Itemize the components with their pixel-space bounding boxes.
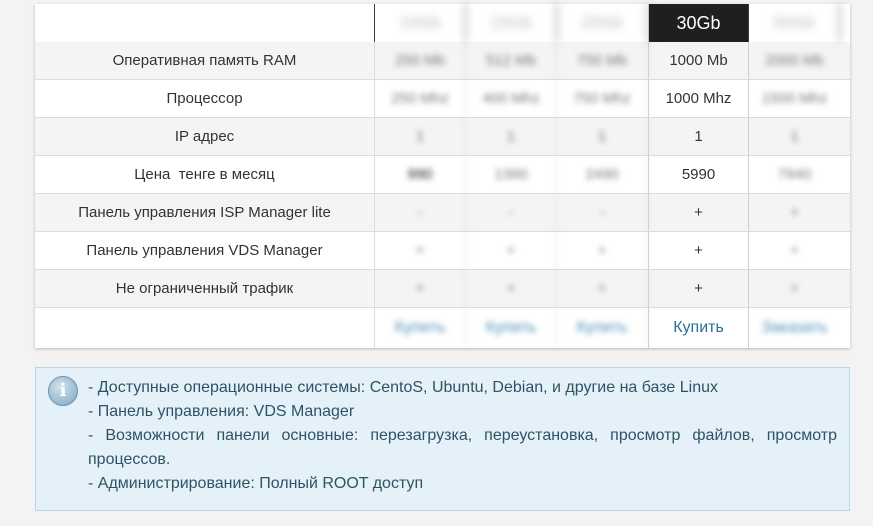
- row-label: Процессор: [35, 80, 375, 117]
- table-header-row: Размер диска 10Gb 15Gb 20Gb 30Gb 50Gb: [35, 4, 850, 42]
- table-cell: 1: [375, 118, 466, 155]
- info-icon: i: [48, 376, 78, 406]
- header-plan-5: 50Gb: [749, 4, 840, 42]
- table-cell: +: [648, 232, 749, 269]
- table-cell: 250 Mb: [375, 42, 466, 79]
- table-cell: +: [466, 232, 557, 269]
- table-cell: 250 Mhz: [375, 80, 466, 117]
- table-cell: 2000 Mb: [765, 52, 824, 69]
- table-cell: 750 Mhz: [557, 80, 648, 117]
- table-row: Оперативная память RAM 250 Mb 512 Mb 750…: [35, 42, 850, 80]
- table-row: IP адрес 1 1 1 1 1: [35, 118, 850, 156]
- row-label: Панель управления VDS Manager: [35, 232, 375, 269]
- table-cell: +: [790, 280, 799, 297]
- order-link-plan-5[interactable]: Заказать: [749, 308, 840, 348]
- header-plan-1: 10Gb: [375, 4, 466, 42]
- table-cell: 1000 Mb: [648, 42, 749, 79]
- row-label: Панель управления ISP Manager lite: [35, 194, 375, 231]
- table-cell: +: [557, 232, 648, 269]
- table-cell: 5990: [648, 156, 749, 193]
- table-cell: 1390: [466, 156, 557, 193]
- table-actions-row: Купить Купить Купить Купить Заказать: [35, 308, 850, 348]
- header-plan-3: 20Gb: [557, 4, 648, 42]
- table-cell: 1000 Mhz: [648, 80, 749, 117]
- row-label: Цена тенге в месяц: [35, 156, 375, 193]
- header-disk-size-label: Размер диска: [35, 4, 375, 42]
- table-cell: +: [557, 270, 648, 307]
- table-cell: +: [466, 270, 557, 307]
- info-line-features: - Возможности панели основные: перезагру…: [88, 427, 837, 468]
- table-row: Цена тенге в месяц 990 1390 2490 5990 79…: [35, 156, 850, 194]
- table-row: Процессор 250 Mhz 400 Mhz 750 Mhz 1000 M…: [35, 80, 850, 118]
- table-cell: 750 Mb: [557, 42, 648, 79]
- table-cell: +: [375, 232, 466, 269]
- info-line-os: - Доступные операционные системы: CentoS…: [88, 379, 719, 396]
- table-row: Панель управления VDS Manager + + + + +: [35, 232, 850, 270]
- table-cell: -: [466, 194, 557, 231]
- buy-link-plan-4[interactable]: Купить: [648, 308, 749, 348]
- info-line-admin: - Администрирование: Полный ROOT доступ: [88, 475, 424, 492]
- table-cell: +: [648, 270, 749, 307]
- table-cell: 1500 Mhz: [761, 90, 828, 107]
- table-cell: +: [648, 194, 749, 231]
- table-row: Не ограниченный трафик + + + + +: [35, 270, 850, 308]
- empty-cell: [35, 308, 375, 348]
- buy-link-plan-3[interactable]: Купить: [557, 308, 648, 348]
- row-label: Оперативная память RAM: [35, 42, 375, 79]
- table-cell: 1: [466, 118, 557, 155]
- table-cell: 2490: [557, 156, 648, 193]
- table-cell: -: [557, 194, 648, 231]
- table-cell: 400 Mhz: [466, 80, 557, 117]
- buy-link-plan-1[interactable]: Купить: [375, 308, 466, 348]
- table-cell: 1: [557, 118, 648, 155]
- table-cell: +: [790, 204, 799, 221]
- row-label: Не ограниченный трафик: [35, 270, 375, 307]
- row-label: IP адрес: [35, 118, 375, 155]
- pricing-table: Размер диска 10Gb 15Gb 20Gb 30Gb 50Gb Оп…: [35, 4, 850, 348]
- table-cell: -: [375, 194, 466, 231]
- table-cell: 7940: [777, 166, 812, 183]
- header-plan-2: 15Gb: [466, 4, 557, 42]
- table-cell: 1: [648, 118, 749, 155]
- table-cell: 1: [790, 128, 799, 145]
- buy-link-plan-2[interactable]: Купить: [466, 308, 557, 348]
- header-plan-4: 30Gb: [648, 4, 749, 42]
- table-row: Панель управления ISP Manager lite - - -…: [35, 194, 850, 232]
- table-cell: +: [790, 242, 799, 259]
- table-cell: 512 Mb: [466, 42, 557, 79]
- table-cell: 990: [375, 156, 466, 193]
- table-cell: +: [375, 270, 466, 307]
- info-line-panel: - Панель управления: VDS Manager: [88, 403, 355, 420]
- info-box: i - Доступные операционные системы: Cent…: [35, 367, 850, 511]
